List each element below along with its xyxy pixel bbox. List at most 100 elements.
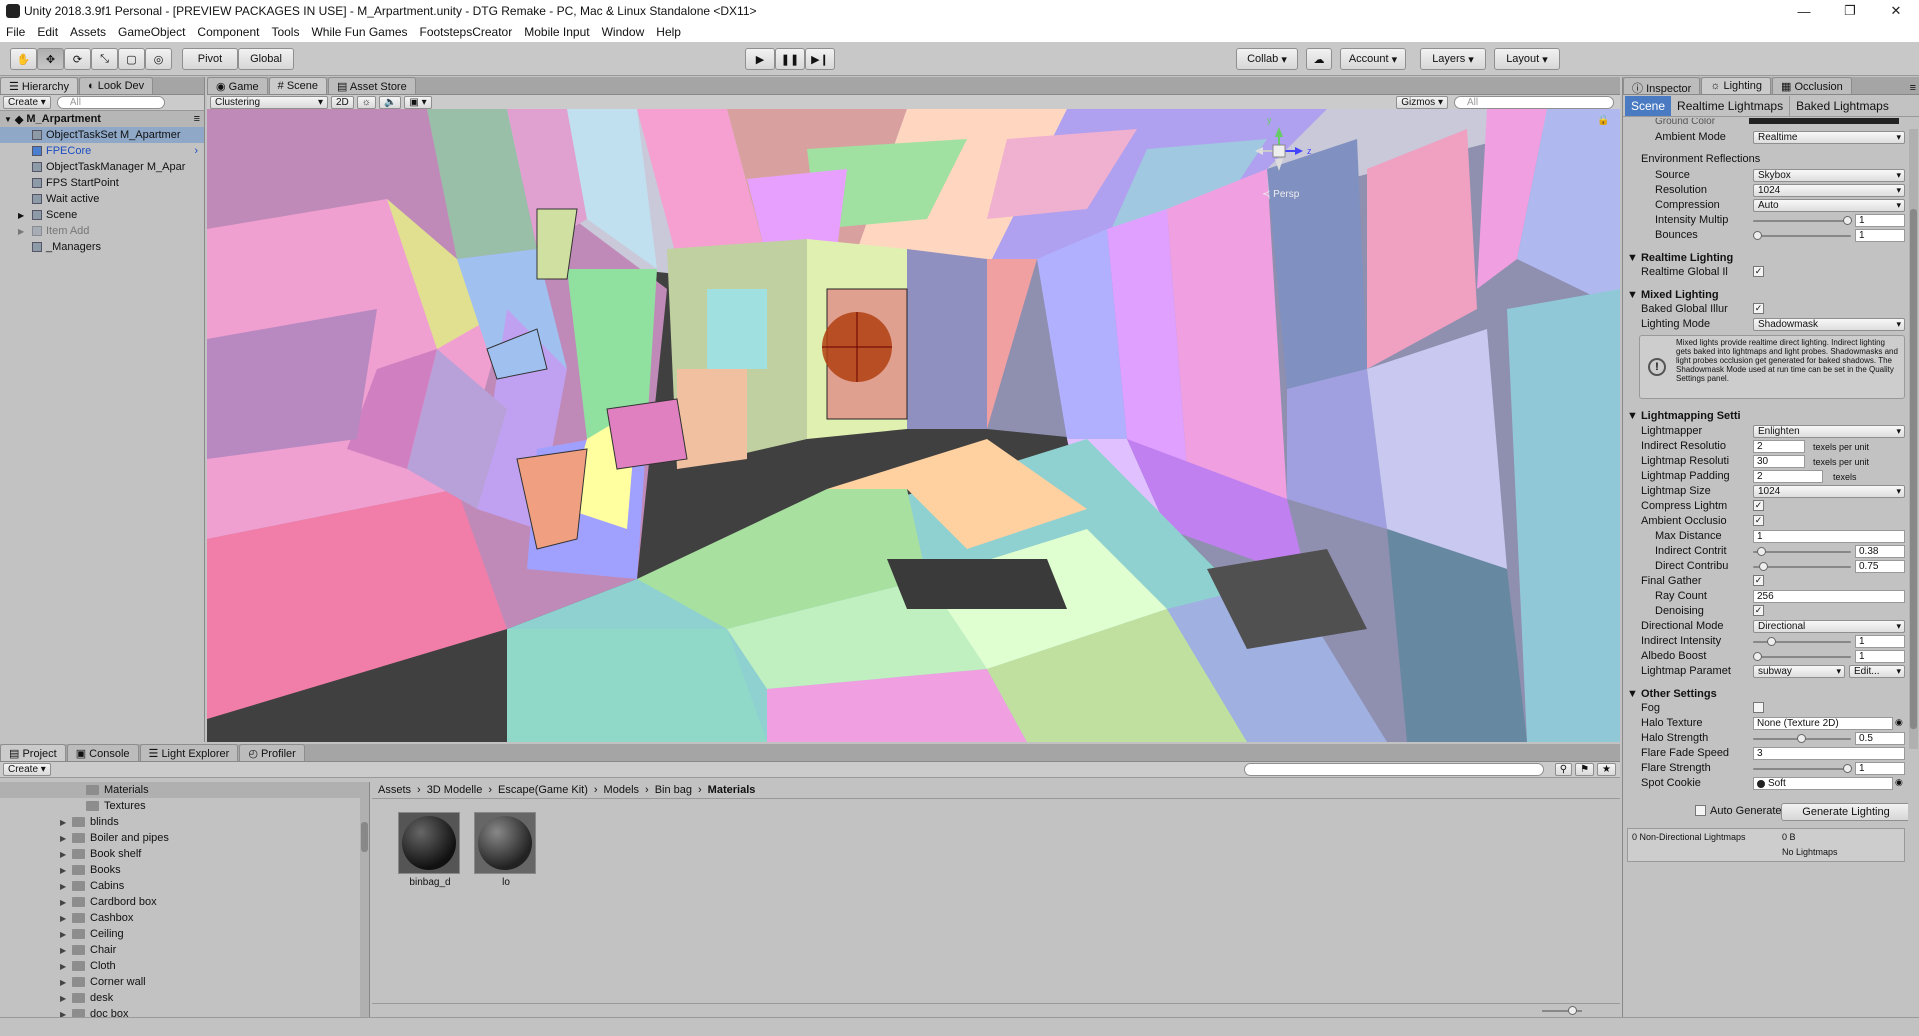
audio-toggle-icon[interactable]: 🔈 xyxy=(378,96,402,109)
scene-menu-icon[interactable]: ≡ xyxy=(194,113,200,125)
move-tool-icon[interactable]: ✥ xyxy=(37,48,64,70)
lightmapping-header[interactable]: ▼ Lightmapping Setti xyxy=(1627,410,1741,422)
generate-lighting-button[interactable]: Generate Lighting xyxy=(1781,803,1908,821)
folder-item[interactable]: ▶ Cabins xyxy=(0,878,369,894)
folder-item[interactable]: ▶ Cashbox xyxy=(0,910,369,926)
folder-item[interactable]: ▶ Corner wall xyxy=(0,974,369,990)
folder-item[interactable]: ▶ Books xyxy=(0,862,369,878)
halo-strength-field[interactable]: 0.5 xyxy=(1855,732,1905,745)
hierarchy-item[interactable]: ObjectTaskManager M_Apar xyxy=(0,159,204,175)
halo-strength-knob[interactable] xyxy=(1797,734,1806,743)
lightmap-params-edit-button[interactable]: Edit... xyxy=(1849,665,1905,678)
flare-fade-speed-field[interactable]: 3 xyxy=(1753,747,1905,760)
bounces-slider-knob[interactable] xyxy=(1753,231,1762,240)
indirect-intensity-field[interactable]: 1 xyxy=(1855,635,1905,648)
gizmos-dropdown[interactable]: Gizmos ▾ xyxy=(1396,96,1448,109)
folder-item[interactable]: ▶ Boiler and pipes xyxy=(0,830,369,846)
expand-arrow-icon[interactable]: ▶ xyxy=(60,994,68,1003)
pause-button[interactable]: ❚❚ xyxy=(775,48,805,70)
tab-asset-store[interactable]: ▤ Asset Store xyxy=(328,77,416,94)
scene-search-input[interactable]: All xyxy=(1454,96,1614,109)
play-button[interactable]: ▶ xyxy=(745,48,775,70)
menu-while-fun-games[interactable]: While Fun Games xyxy=(305,25,413,39)
breadcrumb-item[interactable]: 3D Modelle xyxy=(421,784,489,796)
tab-look-dev[interactable]: ◐ Look Dev xyxy=(79,77,154,94)
folder-item[interactable]: ▶ Ceiling xyxy=(0,926,369,942)
albedo-boost-field[interactable]: 1 xyxy=(1855,650,1905,663)
project-create-button[interactable]: Create ▾ xyxy=(3,763,51,776)
tab-inspector[interactable]: ⓘ Inspector xyxy=(1623,77,1701,95)
minimize-button[interactable]: — xyxy=(1781,4,1827,19)
maximize-button[interactable]: ❐ xyxy=(1827,3,1873,19)
hierarchy-item[interactable]: ▶ Scene xyxy=(0,207,204,223)
source-dropdown[interactable]: Skybox xyxy=(1753,169,1905,182)
hierarchy-item[interactable]: ▶ Item Add xyxy=(0,223,204,239)
tab-occlusion[interactable]: ▦ Occlusion xyxy=(1772,77,1852,94)
project-search-input[interactable] xyxy=(1243,763,1544,776)
filter-label-icon[interactable]: ⚑ xyxy=(1575,763,1595,776)
indirect-contribution-knob[interactable] xyxy=(1757,547,1766,556)
breadcrumb-item[interactable]: Materials xyxy=(702,784,762,796)
tab-lighting[interactable]: ☼ Lighting xyxy=(1701,77,1771,94)
indirect-contribution-slider[interactable] xyxy=(1753,551,1851,553)
rotate-tool-icon[interactable]: ⟳ xyxy=(64,48,91,70)
hierarchy-create-button[interactable]: Create ▾ xyxy=(3,96,51,109)
menu-component[interactable]: Component xyxy=(191,25,265,39)
global-toggle[interactable]: Global xyxy=(238,48,294,70)
expand-arrow-icon[interactable]: ▶ xyxy=(60,882,68,891)
breadcrumb-item[interactable]: Models xyxy=(598,784,645,796)
folder-item[interactable]: ▶ Chair xyxy=(0,942,369,958)
menu-assets[interactable]: Assets xyxy=(64,25,112,39)
hierarchy-item[interactable]: Wait active xyxy=(0,191,204,207)
expand-arrow-icon[interactable]: ▶ xyxy=(60,1010,68,1018)
breadcrumb-item[interactable]: Assets xyxy=(372,784,417,796)
ray-count-field[interactable]: 256 xyxy=(1753,590,1905,603)
expand-arrow-icon[interactable]: ▶ xyxy=(60,914,68,923)
hierarchy-item[interactable]: FPECore › xyxy=(0,143,204,159)
filter-type-icon[interactable]: ⚲ xyxy=(1554,763,1573,776)
other-settings-header[interactable]: ▼ Other Settings xyxy=(1627,688,1717,700)
albedo-boost-slider[interactable] xyxy=(1753,656,1851,658)
inspector-scrollbar[interactable] xyxy=(1909,129,1918,749)
flare-strength-slider[interactable] xyxy=(1753,768,1851,770)
lightmap-size-dropdown[interactable]: 1024 xyxy=(1753,485,1905,498)
expand-arrow-icon[interactable]: ▶ xyxy=(60,834,68,843)
transform-tool-icon[interactable]: ◎ xyxy=(145,48,172,70)
subtab-baked-lightmaps[interactable]: Baked Lightmaps xyxy=(1790,96,1895,116)
rect-tool-icon[interactable]: ▢ xyxy=(118,48,145,70)
menu-footsteps-creator[interactable]: FootstepsCreator xyxy=(414,25,519,39)
intensity-multiplier-field[interactable]: 1 xyxy=(1855,214,1905,227)
collab-dropdown[interactable]: Collab ▾ xyxy=(1236,48,1298,70)
breadcrumb-item[interactable]: Escape(Game Kit) xyxy=(492,784,594,796)
shading-mode-dropdown[interactable]: Clustering ▾ xyxy=(210,96,328,109)
subtab-scene[interactable]: Scene xyxy=(1625,95,1672,116)
expand-arrow-icon[interactable]: ▶ xyxy=(60,818,68,827)
expand-arrow-icon[interactable]: ▶ xyxy=(60,978,68,987)
hand-tool-icon[interactable]: ✋ xyxy=(10,48,37,70)
layout-dropdown[interactable]: Layout ▾ xyxy=(1494,48,1560,70)
bounces-field[interactable]: 1 xyxy=(1855,229,1905,242)
chevron-right-icon[interactable]: › xyxy=(194,145,198,157)
account-dropdown[interactable]: Account ▾ xyxy=(1340,48,1406,70)
subtab-realtime-lightmaps[interactable]: Realtime Lightmaps xyxy=(1671,95,1791,116)
expand-arrow-icon[interactable]: ▶ xyxy=(18,211,32,220)
lighting-toggle-icon[interactable]: ☼ xyxy=(356,96,376,109)
folder-item[interactable]: ▶ blinds xyxy=(0,814,369,830)
tab-console[interactable]: ▣ Console xyxy=(66,744,139,761)
breadcrumb-item[interactable]: Bin bag xyxy=(649,784,698,796)
ground-color-swatch[interactable] xyxy=(1749,118,1899,124)
panel-menu-icon[interactable]: ≡ xyxy=(1910,82,1916,94)
menu-mobile-input[interactable]: Mobile Input xyxy=(518,25,595,39)
realtime-gi-checkbox[interactable]: ✓ xyxy=(1753,266,1764,277)
favorite-icon[interactable]: ★ xyxy=(1597,763,1616,776)
expand-arrow-icon[interactable]: ▶ xyxy=(60,930,68,939)
hierarchy-item[interactable]: _Managers xyxy=(0,239,204,255)
folder-item[interactable]: Textures xyxy=(0,798,369,814)
tab-profiler[interactable]: ◴ Profiler xyxy=(239,744,305,761)
directional-mode-dropdown[interactable]: Directional xyxy=(1753,620,1905,633)
asset-item[interactable]: binbag_d xyxy=(398,812,462,888)
inspector-scrollbar-thumb[interactable] xyxy=(1910,209,1917,729)
object-picker-icon[interactable]: ◉ xyxy=(1895,777,1903,788)
scale-tool-icon[interactable]: ⤡ xyxy=(91,48,118,70)
lock-icon[interactable]: 🔒 xyxy=(1597,115,1609,126)
